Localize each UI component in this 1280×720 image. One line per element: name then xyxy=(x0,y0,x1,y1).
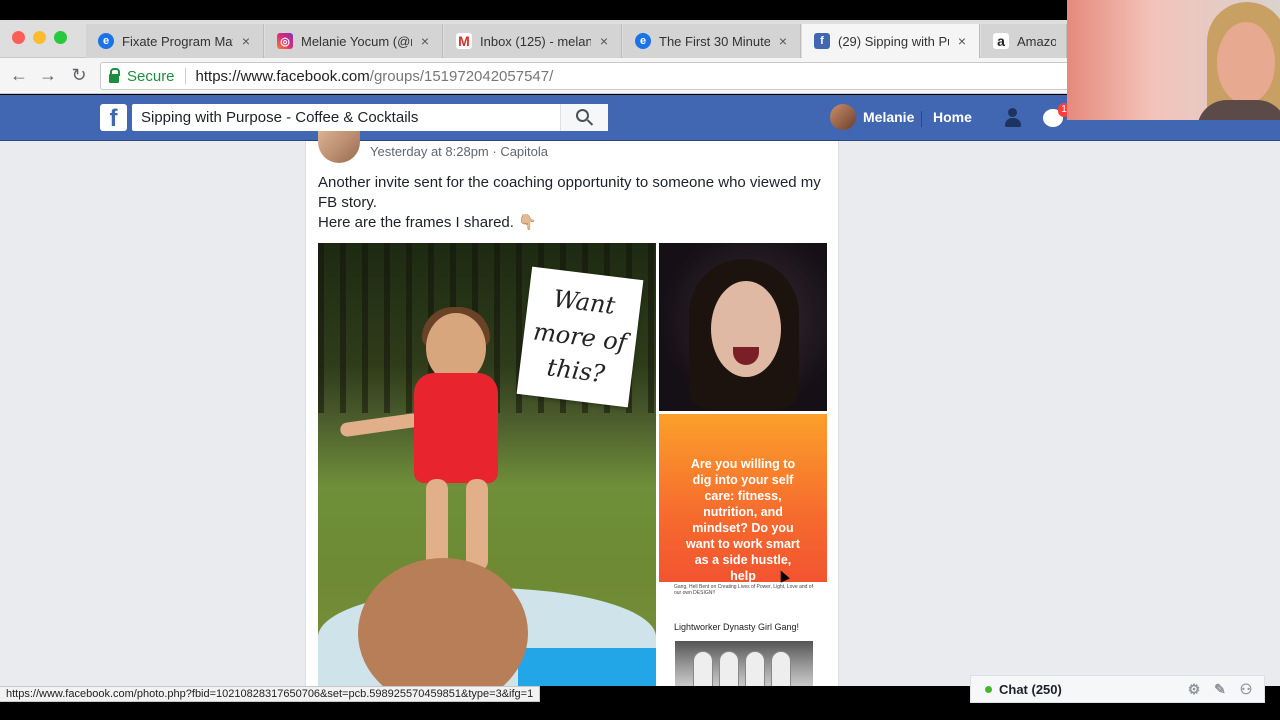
gmail-icon: M xyxy=(456,33,472,49)
photo-detail xyxy=(466,479,488,571)
photo-detail xyxy=(414,373,498,483)
photo-detail xyxy=(518,648,656,686)
post-text-line: Here are the frames I shared. 👇🏼 xyxy=(318,213,828,233)
photo-detail xyxy=(339,412,421,438)
post-text-line: Another invite sent for the coaching opp… xyxy=(318,174,821,211)
nav-divider xyxy=(921,111,922,127)
secure-label: Secure xyxy=(127,67,175,85)
photo-sticker-text: Want more of this? xyxy=(516,266,644,408)
home-link[interactable]: Home xyxy=(933,109,972,125)
browser-tab-4[interactable]: e The First 30 Minute × xyxy=(623,24,801,58)
photo-detail xyxy=(358,558,528,686)
tab-close-icon[interactable]: × xyxy=(239,33,253,49)
reload-icon[interactable]: ↻ xyxy=(67,63,91,87)
webcam-overlay xyxy=(1067,0,1280,120)
facebook-icon: f xyxy=(814,33,830,49)
group-chat-icon[interactable]: ⚇ xyxy=(1238,681,1254,697)
browser-tab-2[interactable]: ◎ Melanie Yocum (@m × xyxy=(265,24,443,58)
browser-tab-6[interactable]: a Amazon xyxy=(981,24,1067,58)
post-text-segment: Here are the frames I shared. xyxy=(318,214,514,231)
tab-close-icon[interactable]: × xyxy=(955,33,969,49)
url-path: /groups/151972042057547/ xyxy=(369,67,554,85)
tab-title: Fixate Program Mat xyxy=(122,33,233,49)
tab-close-icon[interactable]: × xyxy=(597,33,611,49)
photo-detail xyxy=(693,651,713,686)
feed-post: Yesterday at 8:28pm · Capitola Another i… xyxy=(305,131,839,686)
instagram-icon: ◎ xyxy=(277,33,293,49)
url-host: https://www.facebook.com xyxy=(195,67,370,85)
back-arrow-icon[interactable]: ← xyxy=(7,63,31,87)
tab-title: Amazon xyxy=(1017,33,1056,49)
search-input[interactable]: Sipping with Purpose - Coffee & Cocktail… xyxy=(141,109,560,126)
window-minimize-button[interactable] xyxy=(33,31,46,44)
tab-close-icon[interactable]: × xyxy=(418,33,432,49)
photo-quote-text: Are you willing to dig into your self ca… xyxy=(686,457,800,582)
window-close-button[interactable] xyxy=(12,31,25,44)
facebook-logo-icon[interactable]: f xyxy=(100,104,127,132)
flyer-group-photo xyxy=(675,641,813,686)
post-text: Another invite sent for the coaching opp… xyxy=(318,173,828,233)
flyer-small-text: Gang, Hell Bent on Creating Lives of Pow… xyxy=(674,584,813,596)
tab-title: The First 30 Minute xyxy=(659,33,770,49)
post-photo-quote[interactable]: Are you willing to dig into your self ca… xyxy=(659,414,827,582)
browser-tab-5[interactable]: f (29) Sipping with Pu × xyxy=(802,24,980,58)
lock-icon xyxy=(109,67,120,83)
avatar xyxy=(830,104,856,130)
facebook-search-box[interactable]: Sipping with Purpose - Coffee & Cocktail… xyxy=(132,104,608,131)
photo-detail xyxy=(771,651,791,686)
window-zoom-button[interactable] xyxy=(54,31,67,44)
address-separator xyxy=(184,68,186,84)
tab-close-icon[interactable]: × xyxy=(776,33,790,49)
profile-name: Melanie xyxy=(863,109,915,125)
compose-icon[interactable]: ✎ xyxy=(1212,681,1228,697)
tab-title: (29) Sipping with Pu xyxy=(838,33,949,49)
photo-detail xyxy=(745,651,765,686)
globe-icon: e xyxy=(635,33,651,49)
post-photo-child[interactable]: Want more of this? xyxy=(318,243,656,686)
browser-tab-1[interactable]: e Fixate Program Mat × xyxy=(86,24,264,58)
globe-icon: e xyxy=(98,33,114,49)
search-button[interactable] xyxy=(560,104,608,131)
pointing-down-emoji: 👇🏼 xyxy=(518,214,537,231)
address-bar[interactable]: Secure https://www.facebook.com/groups/1… xyxy=(100,62,1100,90)
chat-sidebar-bar[interactable]: Chat (250) ⚙ ✎ ⚇ xyxy=(970,675,1265,703)
forward-arrow-icon[interactable]: → xyxy=(36,63,60,87)
tab-title: Melanie Yocum (@m xyxy=(301,33,412,49)
post-timestamp[interactable]: Yesterday at 8:28pm · Capitola xyxy=(370,144,548,159)
tab-title: Inbox (125) - melan xyxy=(480,33,591,49)
gear-icon[interactable]: ⚙ xyxy=(1186,681,1202,697)
post-author-avatar[interactable] xyxy=(318,131,360,163)
flyer-title: Lightworker Dynasty Girl Gang! xyxy=(674,622,800,632)
friend-requests-icon[interactable] xyxy=(1004,106,1028,130)
online-status-icon xyxy=(985,685,992,693)
search-icon xyxy=(576,109,589,122)
post-photo-flyer[interactable]: Gang, Hell Bent on Creating Lives of Pow… xyxy=(659,582,827,686)
amazon-icon: a xyxy=(993,33,1009,49)
profile-link[interactable]: Melanie xyxy=(830,104,914,130)
screen-bottom-edge xyxy=(0,703,1280,720)
link-status-bar: https://www.facebook.com/photo.php?fbid=… xyxy=(0,686,541,702)
photo-detail xyxy=(719,651,739,686)
group-feed: Yesterday at 8:28pm · Capitola Another i… xyxy=(0,131,1280,686)
browser-tab-3[interactable]: M Inbox (125) - melan × xyxy=(444,24,622,58)
post-photo-selfie[interactable] xyxy=(659,243,827,411)
chat-label[interactable]: Chat (250) xyxy=(999,682,1186,697)
photo-detail xyxy=(1217,22,1275,104)
